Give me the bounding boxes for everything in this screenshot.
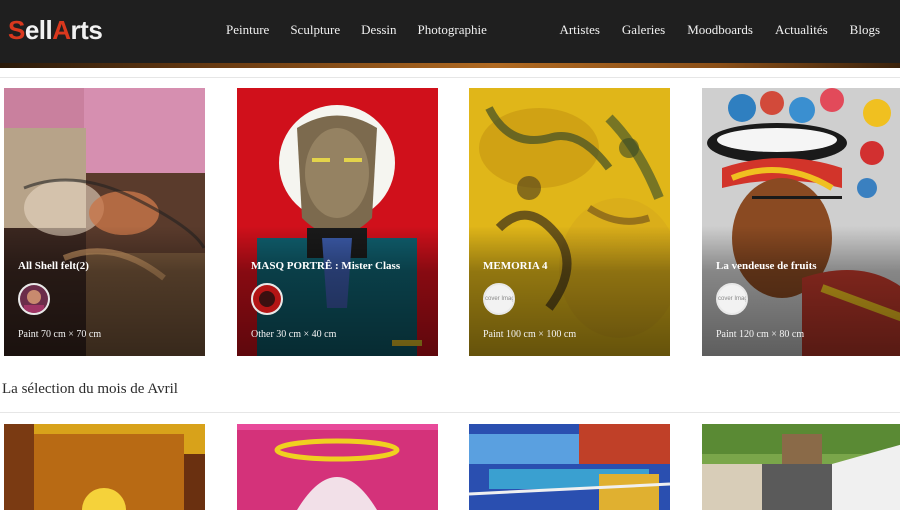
artwork-card-1[interactable]: All Shell felt(2) Paint 70 cm × 70 cm — [4, 88, 205, 356]
card-dimensions: Paint 120 cm × 80 cm — [716, 329, 805, 340]
card-dimensions: Other 30 cm × 40 cm — [251, 329, 337, 340]
nav-blogs[interactable]: Blogs — [850, 22, 880, 38]
divider-top — [0, 77, 900, 78]
selection-card-4[interactable] — [702, 424, 900, 510]
card-title[interactable]: MEMORIA 4 — [483, 260, 547, 272]
avatar-image — [20, 285, 48, 313]
card-title[interactable]: MASQ PORTRÊ : Mister Class — [251, 260, 400, 272]
nav-sculpture[interactable]: Sculpture — [290, 22, 340, 38]
selection-card-2[interactable] — [237, 424, 438, 510]
card-dimensions: Paint 70 cm × 70 cm — [18, 329, 102, 340]
navbar-accent-bar — [0, 63, 900, 68]
artwork-card-4[interactable]: La vendeuse de fruits cover Imag Paint 1… — [702, 88, 900, 356]
logo-text-ell: ell — [24, 14, 53, 45]
nav-moodboards[interactable]: Moodboards — [687, 22, 753, 38]
card-title[interactable]: La vendeuse de fruits — [716, 260, 817, 272]
nav-dessin[interactable]: Dessin — [361, 22, 396, 38]
artist-avatar[interactable] — [18, 283, 50, 315]
card-dimensions: Paint 100 cm × 100 cm — [483, 329, 577, 340]
logo-text-rts: rts — [70, 14, 103, 45]
section-title-monthly-selection: La sélection du mois de Avril — [2, 381, 178, 397]
logo-letter-a: A — [52, 14, 71, 45]
nav-artistes[interactable]: Artistes — [559, 22, 599, 38]
selection-image-1 — [4, 424, 205, 510]
artist-avatar[interactable] — [251, 283, 283, 315]
avatar-placeholder-text: cover Imag — [485, 296, 515, 302]
selection-image-2 — [237, 424, 438, 510]
card-title[interactable]: All Shell felt(2) — [18, 260, 89, 272]
site-logo[interactable]: S ell A rts — [8, 14, 103, 45]
nav-actualites[interactable]: Actualités — [775, 22, 828, 38]
top-navbar: S ell A rts Peinture Sculpture Dessin Ph… — [0, 0, 900, 63]
nav-photographie[interactable]: Photographie — [418, 22, 487, 38]
divider-section — [0, 412, 900, 413]
nav-galeries[interactable]: Galeries — [622, 22, 665, 38]
avatar-placeholder-text: cover Imag — [718, 296, 748, 302]
avatar-image — [253, 285, 281, 313]
selection-card-3[interactable] — [469, 424, 670, 510]
nav-sections: Artistes Galeries Moodboards Actualités … — [537, 22, 880, 38]
nav-categories: Peinture Sculpture Dessin Photographie — [226, 22, 508, 38]
selection-card-1[interactable] — [4, 424, 205, 510]
selection-image-4 — [702, 424, 900, 510]
artist-avatar-placeholder[interactable]: cover Imag — [483, 283, 515, 315]
artist-avatar-placeholder[interactable]: cover Imag — [716, 283, 748, 315]
artwork-card-3[interactable]: MEMORIA 4 cover Imag Paint 100 cm × 100 … — [469, 88, 670, 356]
logo-letter-s: S — [8, 14, 25, 45]
nav-peinture[interactable]: Peinture — [226, 22, 269, 38]
selection-image-3 — [469, 424, 670, 510]
artwork-card-2[interactable]: MASQ PORTRÊ : Mister Class Other 30 cm ×… — [237, 88, 438, 356]
